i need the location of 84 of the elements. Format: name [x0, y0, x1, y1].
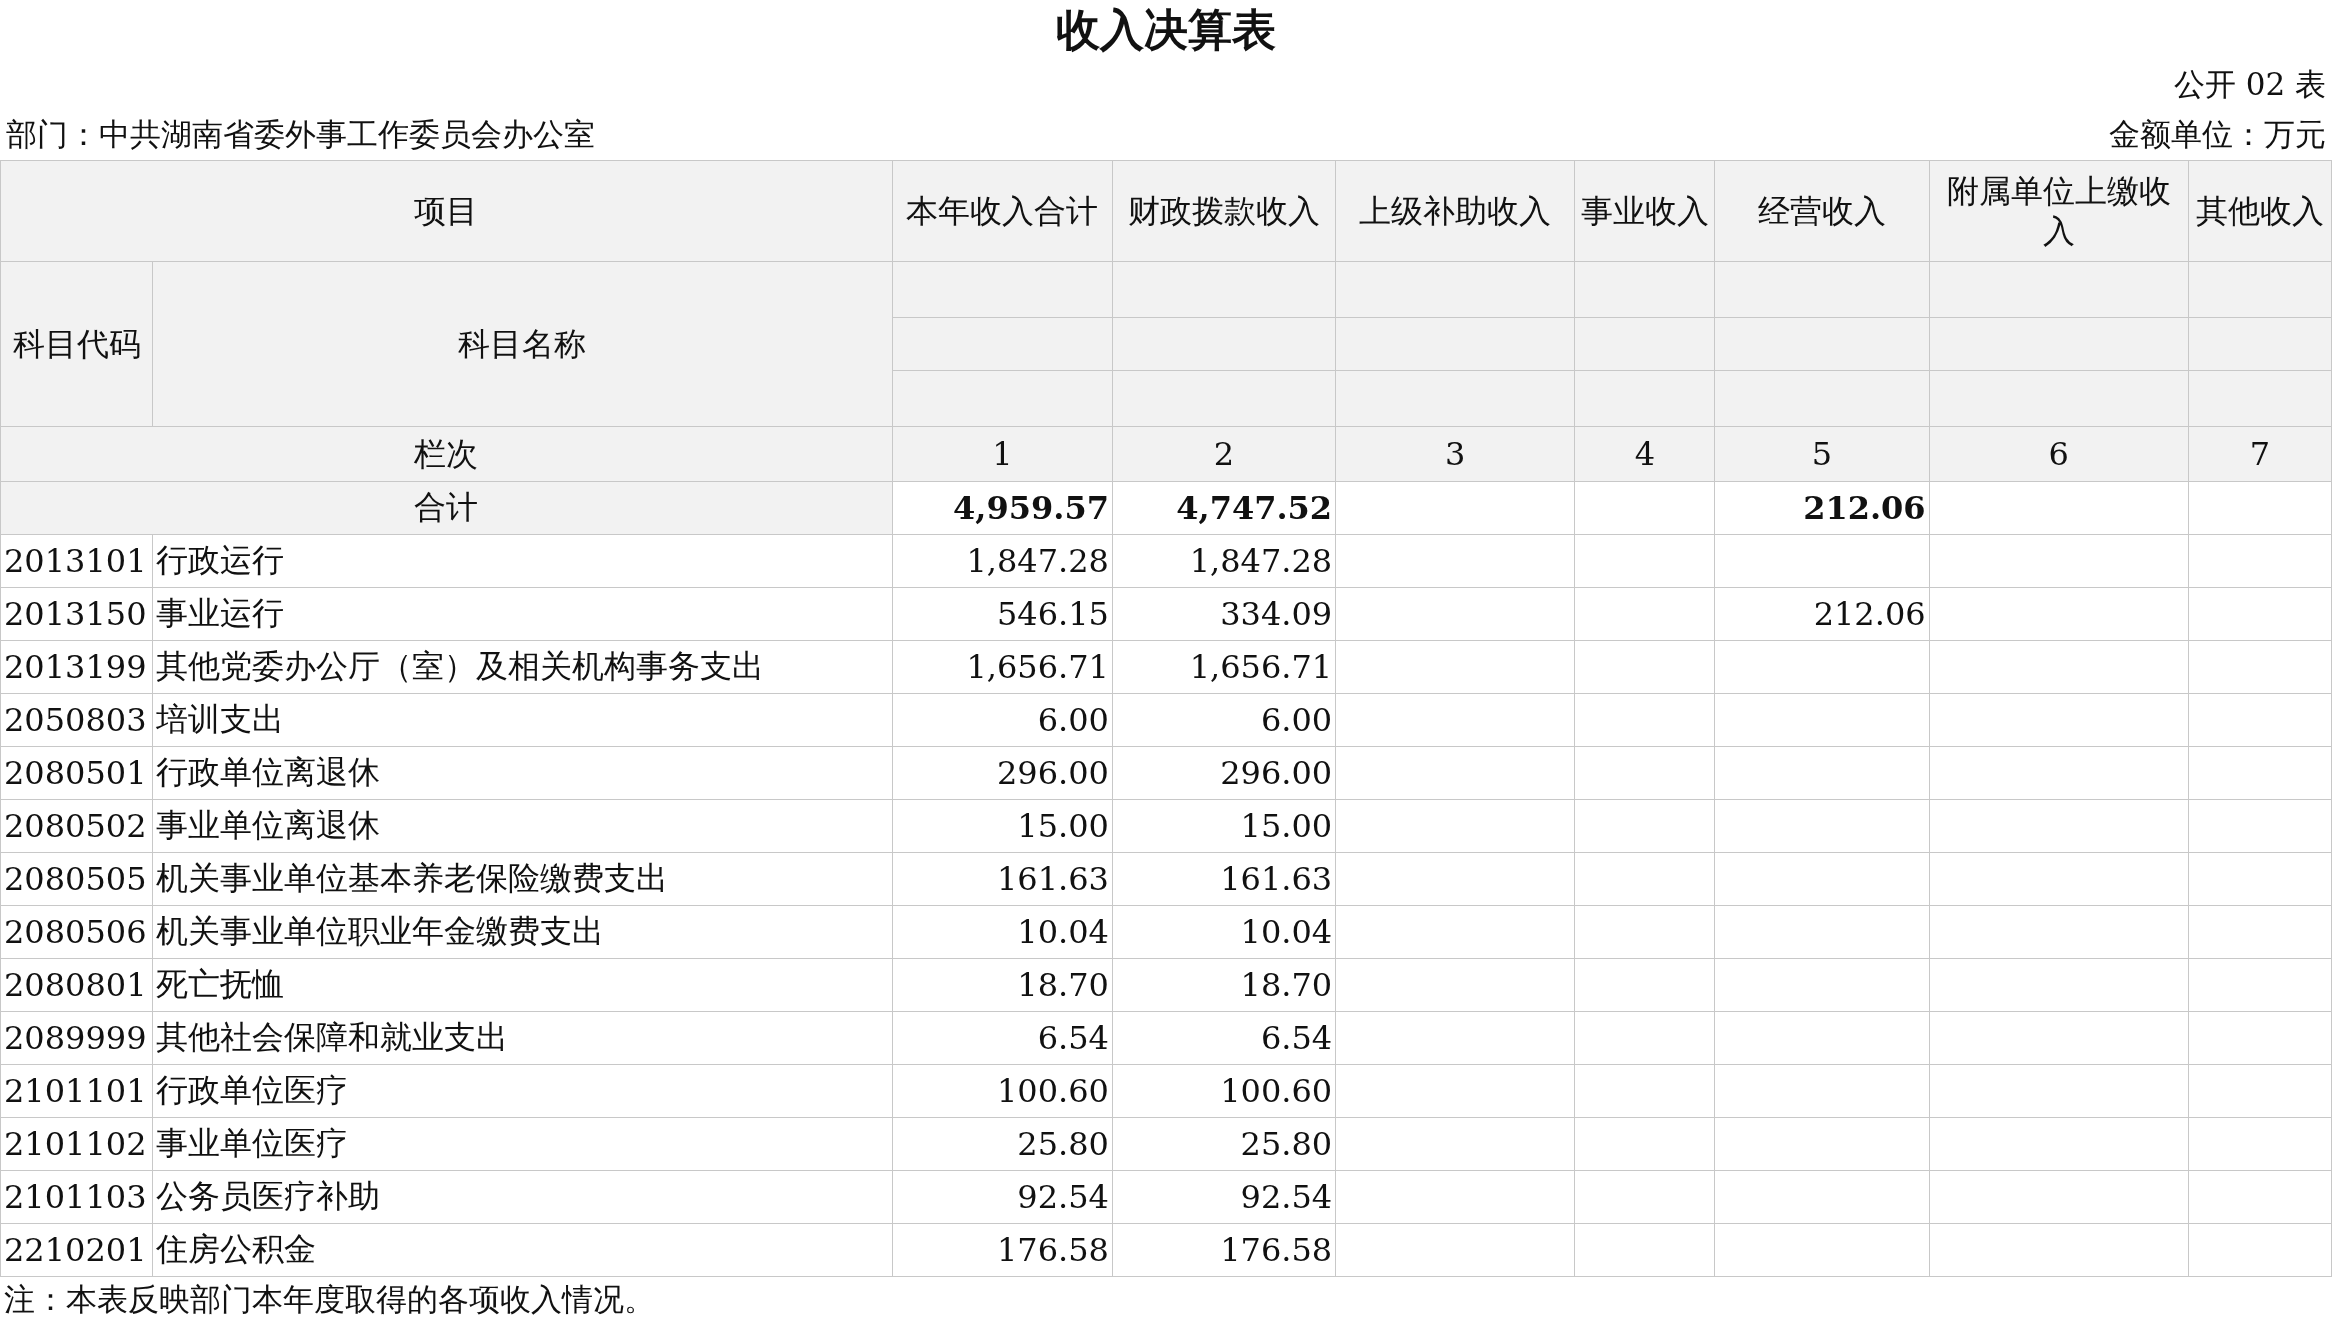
code-cell: 2080506 — [0, 905, 153, 959]
code-cell: 2089999 — [0, 1011, 153, 1065]
amount-cell: 100.60 — [892, 1064, 1113, 1118]
amount-cell: 4,959.57 — [892, 481, 1113, 535]
amount-cell: 6.54 — [892, 1011, 1113, 1065]
name-cell: 机关事业单位职业年金缴费支出 — [152, 905, 893, 959]
amount-cell: 18.70 — [892, 958, 1113, 1012]
amount-cell: 296.00 — [892, 746, 1113, 800]
name-cell: 公务员医疗补助 — [152, 1170, 893, 1224]
name-cell: 其他社会保障和就业支出 — [152, 1011, 893, 1065]
amount-cell: 1,847.28 — [892, 534, 1113, 588]
amount-cell: 546.15 — [892, 587, 1113, 641]
name-cell: 事业单位医疗 — [152, 1117, 893, 1171]
amount-cell: 212.06 — [1714, 481, 1930, 535]
name-cell: 行政单位离退休 — [152, 746, 893, 800]
code-cell: 2080501 — [0, 746, 153, 800]
amount-cell: 18.70 — [1112, 958, 1336, 1012]
name-cell: 事业单位离退休 — [152, 799, 893, 853]
header-cell: 3 — [1335, 426, 1575, 482]
name-cell: 行政单位医疗 — [152, 1064, 893, 1118]
header-cell: 4 — [1574, 426, 1715, 482]
amount-cell: 25.80 — [1112, 1117, 1336, 1171]
amount-cell: 296.00 — [1112, 746, 1336, 800]
amount-cell: 6.00 — [1112, 693, 1336, 747]
header-cell: 科目代码 — [0, 261, 153, 427]
table-number: 公开 02 表 — [2173, 65, 2326, 104]
amount-cell: 161.63 — [892, 852, 1113, 906]
department-label: 部门：中共湖南省委外事工作委员会办公室 — [6, 115, 595, 154]
code-cell: 2013101 — [0, 534, 153, 588]
amount-cell: 212.06 — [1714, 587, 1930, 641]
name-cell: 行政运行 — [152, 534, 893, 588]
header-cell: 6 — [1929, 426, 2189, 482]
header-cell: 财政拨款收入 — [1112, 160, 1336, 262]
code-cell: 2080505 — [0, 852, 153, 906]
amount-cell: 15.00 — [892, 799, 1113, 853]
code-cell: 2101102 — [0, 1117, 153, 1171]
amount-cell: 6.54 — [1112, 1011, 1336, 1065]
header-cell: 1 — [892, 426, 1113, 482]
amount-cell: 1,847.28 — [1112, 534, 1336, 588]
name-cell: 其他党委办公厅（室）及相关机构事务支出 — [152, 640, 893, 694]
amount-cell: 10.04 — [892, 905, 1113, 959]
code-cell: 2013150 — [0, 587, 153, 641]
code-cell: 2210201 — [0, 1223, 153, 1277]
amount-cell: 25.80 — [892, 1117, 1113, 1171]
amount-cell: 176.58 — [892, 1223, 1113, 1277]
header-cell: 附属单位上缴收入 — [1929, 160, 2189, 262]
name-cell: 事业运行 — [152, 587, 893, 641]
header-cell: 经营收入 — [1714, 160, 1930, 262]
amount-cell: 92.54 — [1112, 1170, 1336, 1224]
header-cell: 本年收入合计 — [892, 160, 1113, 262]
amount-cell: 1,656.71 — [892, 640, 1113, 694]
total-label: 合计 — [0, 481, 893, 535]
code-cell: 2101103 — [0, 1170, 153, 1224]
header-cell: 项目 — [0, 160, 893, 262]
unit-label: 金额单位：万元 — [2109, 115, 2326, 154]
name-cell: 培训支出 — [152, 693, 893, 747]
amount-cell: 176.58 — [1112, 1223, 1336, 1277]
name-cell: 机关事业单位基本养老保险缴费支出 — [152, 852, 893, 906]
amount-cell: 10.04 — [1112, 905, 1336, 959]
header-cell: 科目名称 — [152, 261, 893, 427]
amount-cell: 161.63 — [1112, 852, 1336, 906]
amount-cell: 92.54 — [892, 1170, 1113, 1224]
code-cell: 2080502 — [0, 799, 153, 853]
header-cell: 2 — [1112, 426, 1336, 482]
header-cell: 事业收入 — [1574, 160, 1715, 262]
code-cell: 2101101 — [0, 1064, 153, 1118]
header-cell: 7 — [2188, 426, 2332, 482]
code-cell: 2080801 — [0, 958, 153, 1012]
page-title: 收入决算表 — [1055, 2, 1277, 57]
amount-cell: 6.00 — [892, 693, 1113, 747]
header-cell: 其他收入 — [2188, 160, 2332, 262]
code-cell: 2050803 — [0, 693, 153, 747]
amount-cell: 1,656.71 — [1112, 640, 1336, 694]
amount-cell: 100.60 — [1112, 1064, 1336, 1118]
amount-cell: 15.00 — [1112, 799, 1336, 853]
name-cell: 住房公积金 — [152, 1223, 893, 1277]
header-cell: 上级补助收入 — [1335, 160, 1575, 262]
header-cell: 栏次 — [0, 426, 893, 482]
header-cell: 5 — [1714, 426, 1930, 482]
name-cell: 死亡抚恤 — [152, 958, 893, 1012]
table-note: 注：本表反映部门本年度取得的各项收入情况。 — [4, 1280, 655, 1319]
amount-cell: 4,747.52 — [1112, 481, 1336, 535]
amount-cell: 334.09 — [1112, 587, 1336, 641]
code-cell: 2013199 — [0, 640, 153, 694]
